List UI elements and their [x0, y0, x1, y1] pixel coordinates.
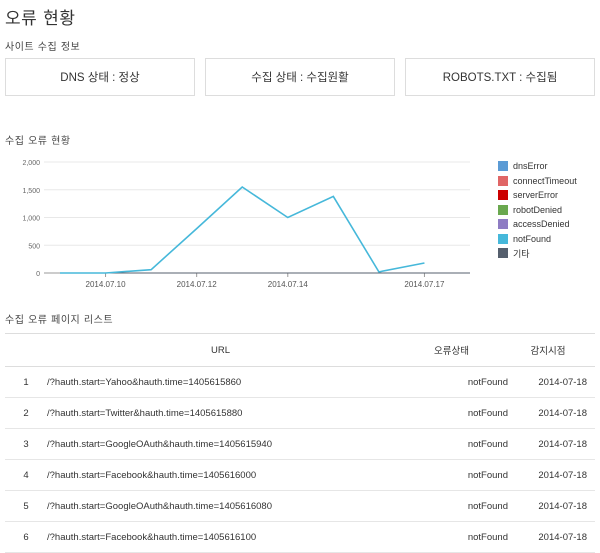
legend-item[interactable]: accessDenied — [498, 217, 577, 232]
list-label: 수집 오류 페이지 리스트 — [5, 315, 114, 326]
row-num: 3 — [5, 428, 47, 460]
legend-swatch — [498, 190, 508, 201]
row-date: 2014-07-18 — [508, 428, 595, 460]
crawl-status-text: 수집 상태 : 수집원활 — [251, 72, 349, 84]
dns-status-text: DNS 상태 : 정상 — [60, 72, 140, 84]
row-status: notFound — [394, 459, 508, 491]
legend-swatch — [498, 175, 508, 186]
legend-swatch — [498, 161, 508, 172]
legend-item[interactable]: robotDenied — [498, 203, 577, 218]
row-status: notFound — [394, 366, 508, 398]
y-tick-label: 1,500 — [22, 188, 40, 195]
crawl-status-box: 수집 상태 : 수집원활 — [205, 58, 395, 96]
error-page-table: URL 오류상태 감지시점 1 /?hauth.start=Yahoo&haut… — [5, 333, 595, 553]
legend-label: connectTimeout — [513, 175, 577, 186]
chart-label: 수집 오류 현황 — [5, 136, 71, 147]
row-status: notFound — [394, 428, 508, 460]
row-num: 4 — [5, 459, 47, 491]
legend-item[interactable]: 기타 — [498, 246, 577, 261]
legend-label: dnsError — [513, 161, 548, 172]
robots-status-box: ROBOTS.TXT : 수집됨 — [405, 58, 595, 96]
table-row[interactable]: 6 /?hauth.start=Facebook&hauth.time=1405… — [5, 521, 595, 553]
legend-item[interactable]: serverError — [498, 188, 577, 203]
row-url[interactable]: /?hauth.start=GoogleOAuth&hauth.time=140… — [47, 490, 394, 522]
y-tick-label: 0 — [36, 271, 40, 278]
header-url[interactable]: URL — [47, 333, 394, 367]
header-num — [5, 333, 47, 367]
row-num: 2 — [5, 397, 47, 429]
y-tick-label: 1,000 — [22, 216, 40, 223]
row-date: 2014-07-18 — [508, 521, 595, 553]
legend-swatch — [498, 219, 508, 230]
legend-label: serverError — [513, 190, 559, 201]
dns-status-box: DNS 상태 : 정상 — [5, 58, 195, 96]
x-tick-label: 2014.07.10 — [86, 280, 127, 289]
row-date: 2014-07-18 — [508, 366, 595, 398]
row-url[interactable]: /?hauth.start=Twitter&hauth.time=1405615… — [47, 397, 394, 429]
legend-label: accessDenied — [513, 219, 570, 230]
row-date: 2014-07-18 — [508, 397, 595, 429]
x-tick-label: 2014.07.14 — [268, 280, 309, 289]
row-url[interactable]: /?hauth.start=Yahoo&hauth.time=140561586… — [47, 366, 394, 398]
row-url[interactable]: /?hauth.start=Facebook&hauth.time=140561… — [47, 521, 394, 553]
row-status: notFound — [394, 397, 508, 429]
row-date: 2014-07-18 — [508, 490, 595, 522]
table-row[interactable]: 1 /?hauth.start=Yahoo&hauth.time=1405615… — [5, 366, 595, 398]
legend-item[interactable]: connectTimeout — [498, 174, 577, 189]
legend-label: 기타 — [513, 248, 530, 259]
legend-item[interactable]: dnsError — [498, 159, 577, 174]
header-status[interactable]: 오류상태 — [394, 333, 508, 367]
row-num: 5 — [5, 490, 47, 522]
row-url[interactable]: /?hauth.start=Facebook&hauth.time=140561… — [47, 459, 394, 491]
site-info-label: 사이트 수집 정보 — [5, 42, 81, 53]
legend-label: notFound — [513, 233, 552, 244]
legend-swatch — [498, 204, 508, 215]
y-tick-label: 2,000 — [22, 160, 40, 167]
page-title: 오류 현황 — [5, 9, 76, 29]
table-header-row: URL 오류상태 감지시점 — [5, 333, 595, 367]
header-date[interactable]: 감지시점 — [508, 333, 595, 367]
table-row[interactable]: 2 /?hauth.start=Twitter&hauth.time=14056… — [5, 397, 595, 429]
table-row[interactable]: 3 /?hauth.start=GoogleOAuth&hauth.time=1… — [5, 428, 595, 460]
legend-item[interactable]: notFound — [498, 232, 577, 247]
robots-status-text: ROBOTS.TXT : 수집됨 — [442, 72, 558, 84]
row-status: notFound — [394, 521, 508, 553]
legend-swatch — [498, 233, 508, 244]
row-url[interactable]: /?hauth.start=GoogleOAuth&hauth.time=140… — [47, 428, 394, 460]
series-line-notFound — [60, 185, 425, 274]
row-date: 2014-07-18 — [508, 459, 595, 491]
table-row[interactable]: 5 /?hauth.start=GoogleOAuth&hauth.time=1… — [5, 490, 595, 522]
table-row[interactable]: 4 /?hauth.start=Facebook&hauth.time=1405… — [5, 459, 595, 491]
legend-label: robotDenied — [513, 204, 563, 215]
row-num: 6 — [5, 521, 47, 553]
y-tick-label: 500 — [28, 243, 40, 250]
x-tick-label: 2014.07.12 — [177, 280, 218, 289]
x-tick-label: 2014.07.17 — [404, 280, 445, 289]
row-num: 1 — [5, 366, 47, 398]
legend-swatch — [498, 248, 508, 259]
row-status: notFound — [394, 490, 508, 522]
chart-legend: dnsError connectTimeout serverError robotDe… — [498, 159, 577, 261]
